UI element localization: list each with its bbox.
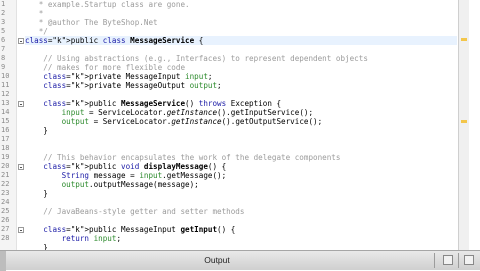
code-line[interactable]: output = ServiceLocator.getInstance().ge… xyxy=(25,117,323,126)
scroll-marker-warning[interactable] xyxy=(461,38,467,41)
line-number: 20 xyxy=(1,162,10,170)
fold-toggle-icon[interactable] xyxy=(18,101,24,107)
line-number: 14 xyxy=(1,108,10,116)
code-line[interactable]: } xyxy=(25,126,48,135)
fold-toggle-icon[interactable] xyxy=(18,164,24,170)
code-line[interactable]: * @author The ByteShop.Net xyxy=(25,18,158,27)
line-number: 25 xyxy=(1,207,10,215)
code-line[interactable]: class="k">private MessageOutput output; xyxy=(25,81,221,90)
vertical-scrollbar[interactable] xyxy=(458,0,469,250)
line-number: 7 xyxy=(1,45,6,53)
code-line[interactable]: // Using abstractions (e.g., Interfaces)… xyxy=(25,54,368,63)
code-line[interactable]: class="k">public MessageService() throws… xyxy=(25,99,281,108)
code-line[interactable]: * example.Startup class are gone. xyxy=(25,0,190,9)
code-line[interactable]: } xyxy=(25,243,48,250)
code-line[interactable]: */ xyxy=(25,27,48,36)
line-number: 26 xyxy=(1,216,10,224)
code-line[interactable]: // This behavior encapsulates the work o… xyxy=(25,153,340,162)
line-number: 3 xyxy=(1,18,6,26)
code-line[interactable]: // JavaBeans-style getter and setter met… xyxy=(25,207,244,216)
panel-separator xyxy=(458,253,459,268)
gutter-divider xyxy=(16,0,17,250)
code-line[interactable]: String message = input.getMessage(); xyxy=(25,171,227,180)
line-number: 28 xyxy=(1,234,10,242)
code-line[interactable]: * xyxy=(25,9,44,18)
code-editor[interactable]: 1 2 3 5 6 7 8 9 10 11 12 13 14 15 16 17 … xyxy=(0,0,469,250)
line-number: 22 xyxy=(1,180,10,188)
code-line[interactable]: output.outputMessage(message); xyxy=(25,180,199,189)
code-line[interactable]: return input; xyxy=(25,234,121,243)
fold-toggle-icon[interactable] xyxy=(18,227,24,233)
minimize-panel-button[interactable] xyxy=(443,255,453,265)
line-number: 16 xyxy=(1,126,10,134)
line-number-gutter: 1 2 3 5 6 7 8 9 10 11 12 13 14 15 16 17 … xyxy=(0,0,16,250)
code-line[interactable]: class="k">public void displayMessage() { xyxy=(25,162,226,171)
line-number: 1 xyxy=(1,0,6,8)
close-panel-button[interactable] xyxy=(464,255,474,265)
scroll-marker-warning[interactable] xyxy=(461,120,467,123)
code-line[interactable]: } xyxy=(25,189,48,198)
line-number: 8 xyxy=(1,54,6,62)
code-line[interactable]: input = ServiceLocator.getInstance().get… xyxy=(25,108,313,117)
line-number: 5 xyxy=(1,27,6,35)
line-number: 11 xyxy=(1,81,10,89)
line-number: 10 xyxy=(1,72,10,80)
line-number: 17 xyxy=(1,135,10,143)
line-number: 2 xyxy=(1,9,6,17)
output-panel-title[interactable]: Output xyxy=(0,255,434,265)
fold-toggle-icon[interactable] xyxy=(18,38,24,44)
line-number: 12 xyxy=(1,90,10,98)
code-line[interactable]: class="k">private MessageInput input; xyxy=(25,72,212,81)
line-number: 21 xyxy=(1,171,10,179)
code-line[interactable]: class="k">public class MessageService { xyxy=(25,36,457,45)
line-number: 15 xyxy=(1,117,10,125)
code-line[interactable]: class="k">public MessageInput getInput()… xyxy=(25,225,235,234)
line-number: 27 xyxy=(1,225,10,233)
code-line[interactable]: // makes for more flexible code xyxy=(25,63,185,72)
output-panel-header[interactable]: Output xyxy=(0,250,480,271)
line-number: 18 xyxy=(1,144,10,152)
line-number: 6 xyxy=(1,36,6,44)
panel-separator xyxy=(434,253,435,268)
line-number: 19 xyxy=(1,153,10,161)
line-number: 23 xyxy=(1,189,10,197)
line-number: 9 xyxy=(1,63,6,71)
line-number: 24 xyxy=(1,198,10,206)
line-number: 13 xyxy=(1,99,10,107)
